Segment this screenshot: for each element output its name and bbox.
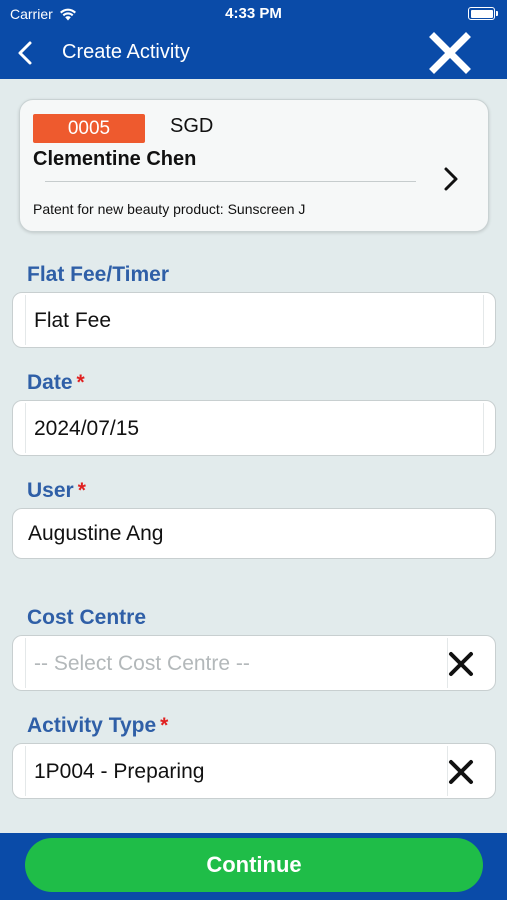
user-value: Augustine Ang (28, 522, 164, 545)
status-time: 4:33 PM (225, 5, 282, 22)
matter-number-badge: 0005 (33, 114, 145, 143)
activity-type-label-text: Activity Type (27, 714, 157, 737)
field-edge (483, 403, 484, 453)
matter-description: Patent for new beauty product: Sunscreen… (33, 201, 306, 217)
back-button[interactable] (12, 38, 40, 68)
nav-bar: Create Activity (0, 28, 507, 79)
fee-type-field[interactable]: Flat Fee (12, 292, 496, 348)
activity-type-label: Activity Type * (27, 714, 168, 738)
cost-centre-placeholder: -- Select Cost Centre -- (34, 652, 250, 675)
date-field[interactable]: 2024/07/15 (12, 400, 496, 456)
page-title: Create Activity (62, 41, 190, 63)
field-edge (25, 638, 26, 688)
date-label: Date * (27, 371, 85, 395)
required-mark: * (160, 714, 169, 737)
cost-centre-field[interactable]: -- Select Cost Centre -- (12, 635, 496, 691)
user-label-text: User (27, 479, 74, 502)
battery-icon (468, 7, 498, 20)
footer-bar: Continue (0, 833, 507, 900)
close-button[interactable] (426, 29, 474, 77)
cost-centre-label-text: Cost Centre (27, 606, 147, 629)
card-divider (45, 181, 416, 182)
chevron-right-icon (444, 167, 458, 191)
fee-type-label-text: Flat Fee/Timer (27, 263, 169, 286)
user-label: User * (27, 479, 86, 503)
fee-type-value: Flat Fee (34, 309, 112, 332)
status-bar: Carrier 4:33 PM (0, 0, 507, 28)
activity-type-field[interactable]: 1P004 - Preparing (12, 743, 496, 799)
currency-label: SGD (170, 115, 214, 137)
client-name: Clementine Chen (33, 148, 197, 170)
date-label-text: Date (27, 371, 73, 394)
main-content: 0005 SGD Clementine Chen Patent for new … (0, 79, 507, 833)
fee-type-label: Flat Fee/Timer (27, 263, 169, 287)
date-value: 2024/07/15 (34, 417, 140, 440)
cost-centre-label: Cost Centre (27, 606, 146, 630)
continue-button[interactable]: Continue (25, 838, 483, 892)
field-edge (25, 295, 26, 345)
activity-type-value: 1P004 - Preparing (34, 760, 205, 783)
clear-cost-centre-button[interactable] (447, 650, 475, 678)
clear-activity-type-button[interactable] (447, 758, 475, 786)
required-mark: * (77, 479, 86, 502)
field-edge (25, 403, 26, 453)
field-edge (483, 295, 484, 345)
matter-card[interactable]: 0005 SGD Clementine Chen Patent for new … (19, 99, 489, 232)
field-edge (25, 746, 26, 796)
required-mark: * (76, 371, 85, 394)
user-field[interactable]: Augustine Ang (12, 508, 496, 559)
